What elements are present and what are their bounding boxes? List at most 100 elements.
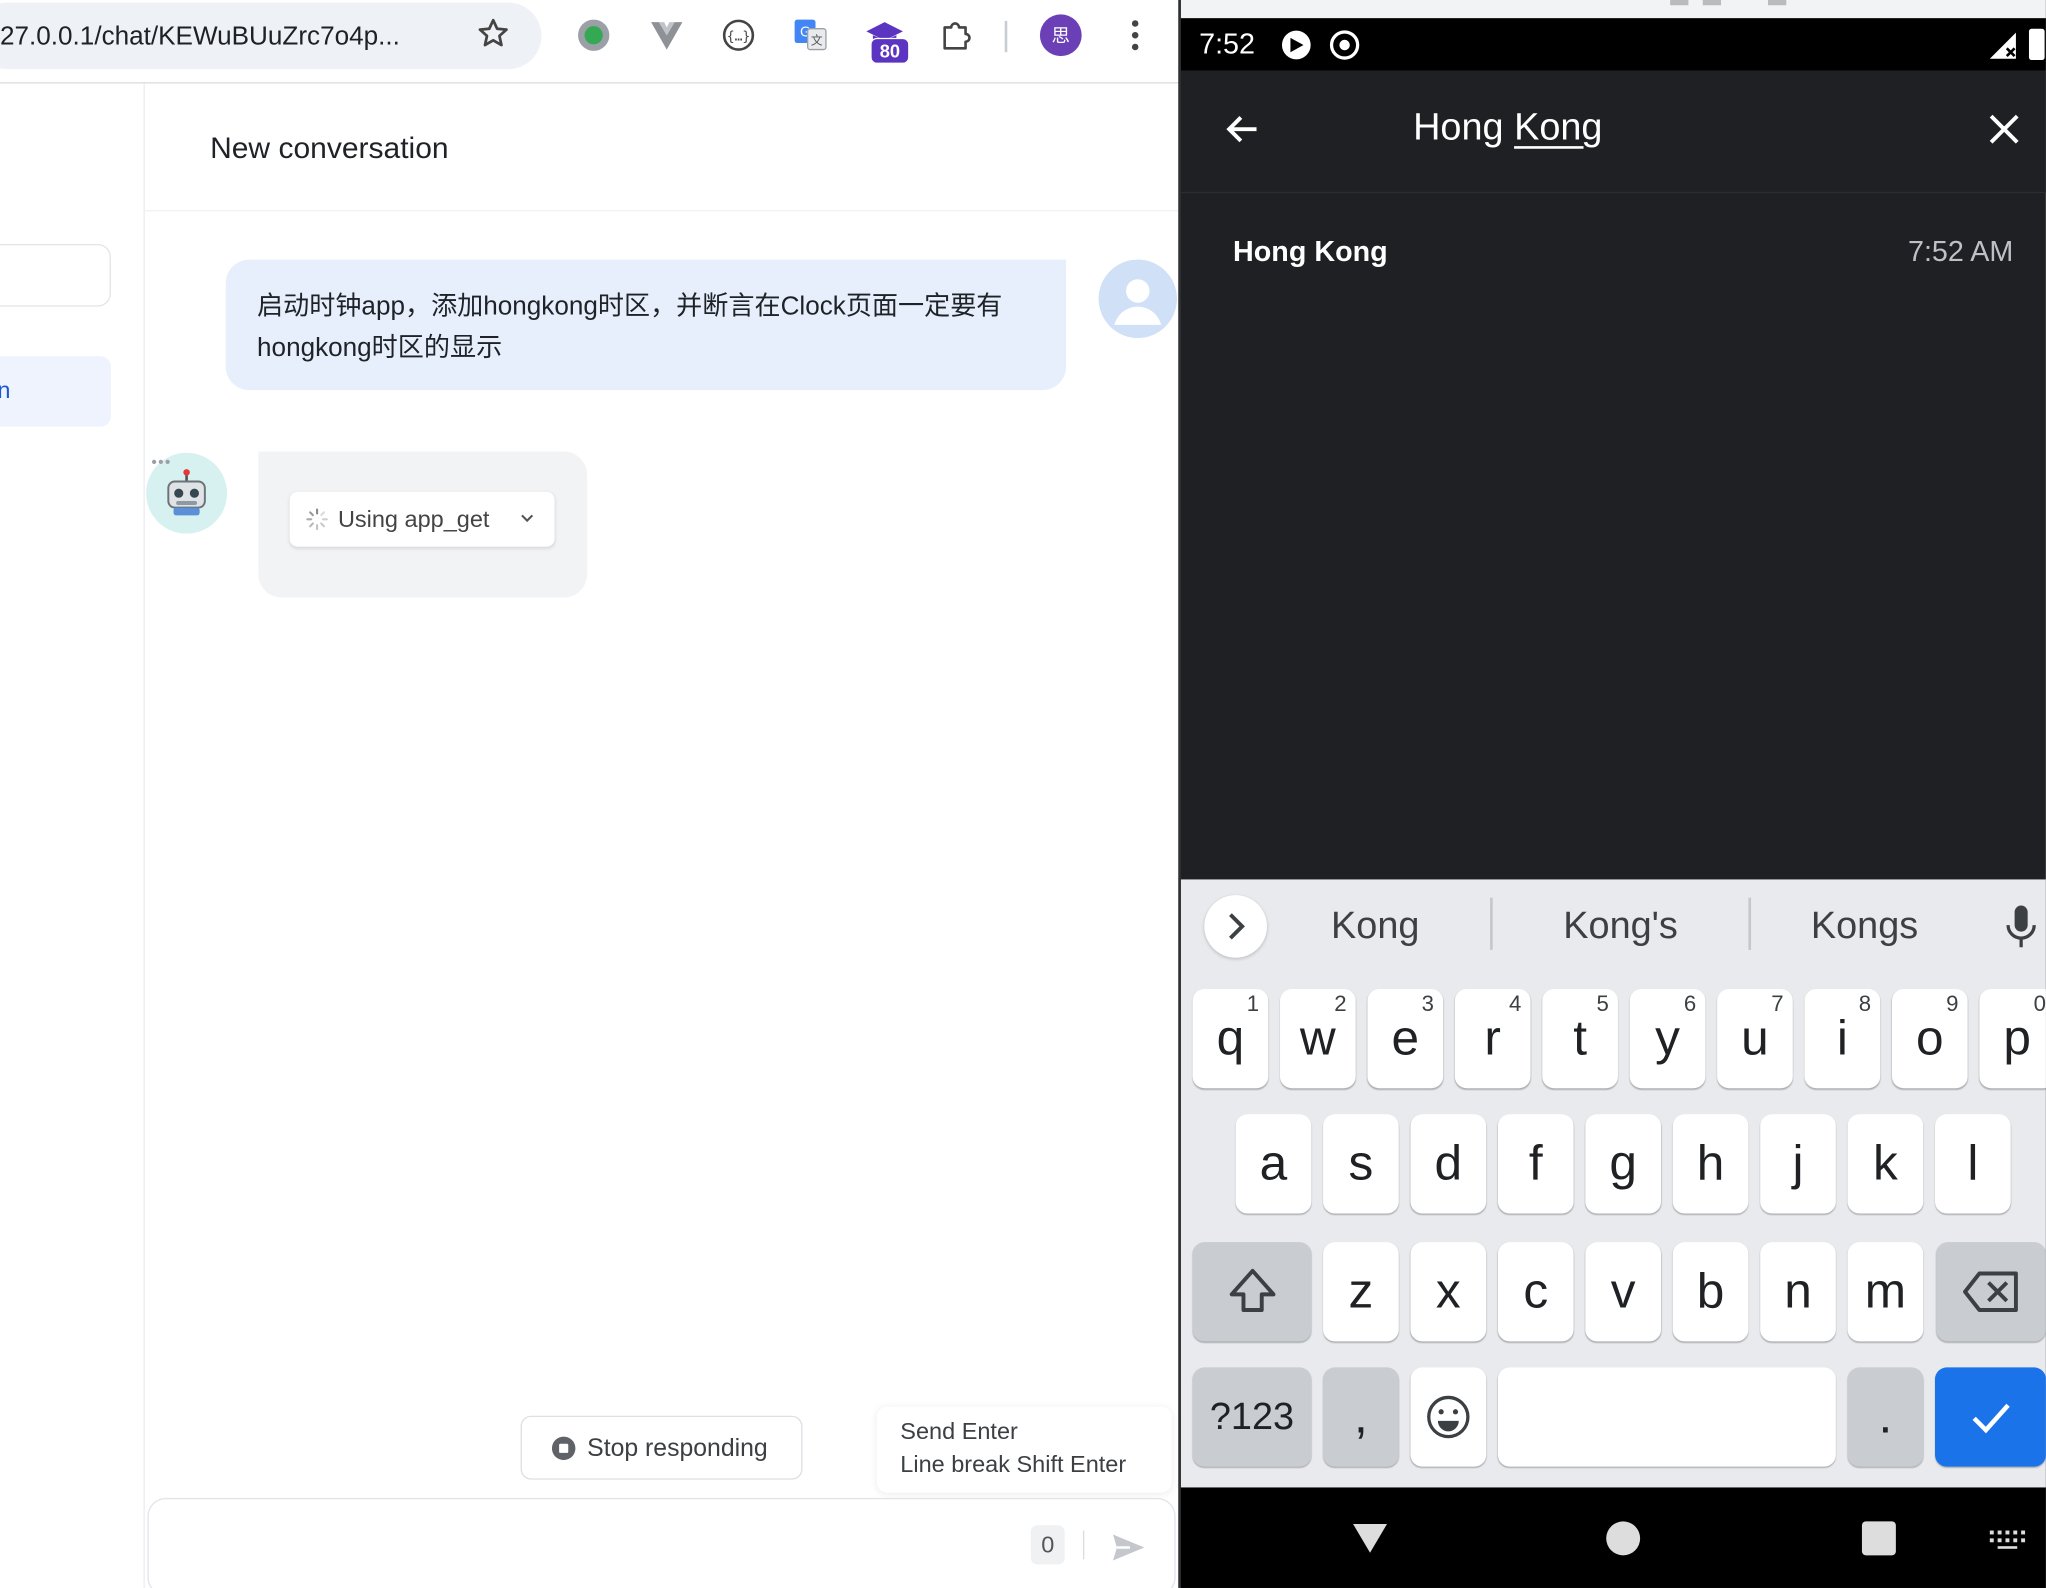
nav-back-icon[interactable] bbox=[1350, 1521, 1389, 1555]
url-text[interactable]: 27.0.0.1/chat/KEWuBUuZrc7o4p... bbox=[0, 22, 400, 52]
bookmark-star-icon[interactable] bbox=[475, 16, 512, 53]
key-w[interactable]: w2 bbox=[1280, 989, 1356, 1089]
user-avatar-icon bbox=[1098, 259, 1177, 338]
suggestion-1[interactable]: Kong bbox=[1277, 906, 1473, 949]
toolbar-separator bbox=[1004, 20, 1008, 53]
key-g[interactable]: g bbox=[1585, 1114, 1662, 1214]
key-p[interactable]: p0 bbox=[1979, 989, 2046, 1089]
sidebar-new-chat-card[interactable] bbox=[0, 243, 111, 307]
key-d[interactable]: d bbox=[1410, 1114, 1487, 1214]
signal-icon bbox=[1989, 32, 2016, 59]
keyboard-switch-icon[interactable] bbox=[1987, 1527, 2026, 1553]
key-o[interactable]: o9 bbox=[1891, 989, 1968, 1089]
chat-input[interactable]: 0 bbox=[147, 1497, 1176, 1588]
stop-responding-button[interactable]: Stop responding bbox=[520, 1415, 803, 1480]
json-viewer-icon[interactable]: {…} bbox=[719, 16, 758, 55]
result-city-name: Hong Kong bbox=[1233, 234, 1388, 268]
key-f[interactable]: f bbox=[1497, 1114, 1574, 1214]
key-y[interactable]: y6 bbox=[1629, 989, 1706, 1089]
assistant-message-bubble: Using app_get bbox=[258, 451, 588, 598]
vue-devtools-icon[interactable] bbox=[647, 16, 686, 55]
period-key[interactable]: . bbox=[1847, 1367, 1924, 1467]
key-r[interactable]: r4 bbox=[1454, 989, 1531, 1089]
back-arrow-icon[interactable] bbox=[1220, 107, 1264, 151]
suggestion-separator bbox=[1490, 897, 1493, 950]
emoji-key[interactable] bbox=[1410, 1367, 1487, 1467]
nav-recents-icon[interactable] bbox=[1861, 1521, 1896, 1556]
key-z[interactable]: z bbox=[1323, 1242, 1399, 1342]
google-translate-icon[interactable]: G文 bbox=[791, 16, 830, 55]
close-icon[interactable] bbox=[1982, 107, 2026, 151]
key-x[interactable]: x bbox=[1410, 1242, 1487, 1342]
key-u[interactable]: u7 bbox=[1717, 989, 1793, 1089]
comma-key[interactable]: , bbox=[1323, 1367, 1399, 1467]
tool-call-chip[interactable]: Using app_get bbox=[289, 491, 555, 547]
key-c[interactable]: c bbox=[1497, 1242, 1574, 1342]
key-t[interactable]: t5 bbox=[1542, 989, 1618, 1089]
sidebar-item-active[interactable]: n bbox=[0, 356, 111, 427]
key-b[interactable]: b bbox=[1672, 1242, 1749, 1342]
tool-call-label: Using app_get bbox=[337, 506, 490, 533]
symbols-key[interactable]: ?123 bbox=[1192, 1367, 1312, 1467]
browser-toolbar: 27.0.0.1/chat/KEWuBUuZrc7o4p... {…} G文 8… bbox=[0, 0, 1181, 84]
search-query-prefix: Hong bbox=[1413, 106, 1515, 149]
input-separator bbox=[1082, 1530, 1085, 1560]
key-h[interactable]: h bbox=[1672, 1114, 1749, 1214]
key-l[interactable]: l bbox=[1935, 1114, 2011, 1214]
key-e[interactable]: e3 bbox=[1367, 989, 1444, 1089]
key-j[interactable]: j bbox=[1760, 1114, 1836, 1214]
browser-window: 27.0.0.1/chat/KEWuBUuZrc7o4p... {…} G文 8… bbox=[0, 0, 1181, 1588]
user-message-bubble: 启动时钟app，添加hongkong时区，并断言在Clock页面一定要有hong… bbox=[225, 259, 1067, 391]
key-q[interactable]: q1 bbox=[1192, 989, 1269, 1089]
emoji-icon bbox=[1427, 1395, 1470, 1439]
stop-icon bbox=[551, 1436, 576, 1461]
chevron-right-icon bbox=[1229, 913, 1245, 940]
timezone-result-item[interactable]: Hong Kong 7:52 AM bbox=[1181, 196, 2046, 311]
school-extension-icon[interactable]: 80 bbox=[864, 16, 911, 64]
send-hint-line: Send Enter bbox=[900, 1418, 1018, 1445]
notification-icon bbox=[1281, 30, 1311, 60]
key-s[interactable]: s bbox=[1323, 1114, 1399, 1214]
suggestion-strip: Kong Kong's Kongs bbox=[1181, 879, 2046, 978]
backspace-icon bbox=[1963, 1271, 2018, 1312]
timezone-search-input[interactable]: Hong Kong bbox=[1413, 107, 1602, 150]
enter-key[interactable] bbox=[1935, 1367, 2046, 1467]
send-icon[interactable] bbox=[1109, 1528, 1148, 1567]
search-query-composing: Kong bbox=[1514, 106, 1603, 149]
address-bar[interactable]: 27.0.0.1/chat/KEWuBUuZrc7o4p... bbox=[0, 2, 542, 70]
key-k[interactable]: k bbox=[1847, 1114, 1924, 1214]
result-local-time: 7:52 AM bbox=[1907, 234, 2014, 268]
suggestion-3[interactable]: Kongs bbox=[1767, 906, 1963, 949]
page-title: New conversation bbox=[210, 130, 449, 165]
status-time: 7:52 bbox=[1199, 27, 1255, 61]
loading-spinner-icon bbox=[306, 508, 328, 531]
chevron-down-icon bbox=[521, 514, 534, 523]
typing-dots: ••• bbox=[151, 452, 172, 472]
key-m[interactable]: m bbox=[1847, 1242, 1924, 1342]
shift-key[interactable] bbox=[1192, 1242, 1312, 1342]
browser-menu-icon[interactable] bbox=[1120, 16, 1151, 55]
backspace-key[interactable] bbox=[1936, 1242, 2046, 1342]
suggestion-expand-button[interactable] bbox=[1204, 895, 1267, 958]
status-bar: 7:52 bbox=[1180, 18, 2046, 71]
profile-avatar[interactable]: 思 bbox=[1039, 14, 1082, 57]
space-key[interactable] bbox=[1497, 1367, 1836, 1467]
clock-search-bar: Hong Kong bbox=[1180, 70, 2046, 194]
android-screen: 7:52 Hong Kong Hong Kong 7:52 AM Kong Ko… bbox=[1180, 0, 2046, 1588]
microphone-icon[interactable] bbox=[2003, 903, 2040, 953]
extensions-puzzle-icon[interactable] bbox=[937, 16, 976, 55]
system-navigation-bar bbox=[1180, 1487, 2046, 1588]
green-dot-extension-icon[interactable] bbox=[574, 16, 613, 55]
key-a[interactable]: a bbox=[1235, 1114, 1312, 1214]
battery-icon bbox=[2028, 28, 2045, 61]
soft-keyboard: Kong Kong's Kongs q1 w2 e3 r4 t5 y6 u7 i… bbox=[1180, 879, 2046, 1488]
screen: 27.0.0.1/chat/KEWuBUuZrc7o4p... {…} G文 8… bbox=[0, 0, 2046, 1588]
suggestion-2[interactable]: Kong's bbox=[1523, 906, 1719, 949]
key-i[interactable]: i8 bbox=[1804, 989, 1881, 1089]
line-break-hint-line: Line break Shift Enter bbox=[900, 1450, 1127, 1478]
char-count: 0 bbox=[1030, 1525, 1065, 1565]
svg-text:文: 文 bbox=[811, 33, 823, 47]
key-v[interactable]: v bbox=[1585, 1242, 1662, 1342]
key-n[interactable]: n bbox=[1760, 1242, 1836, 1342]
nav-home-icon[interactable] bbox=[1606, 1521, 1641, 1556]
